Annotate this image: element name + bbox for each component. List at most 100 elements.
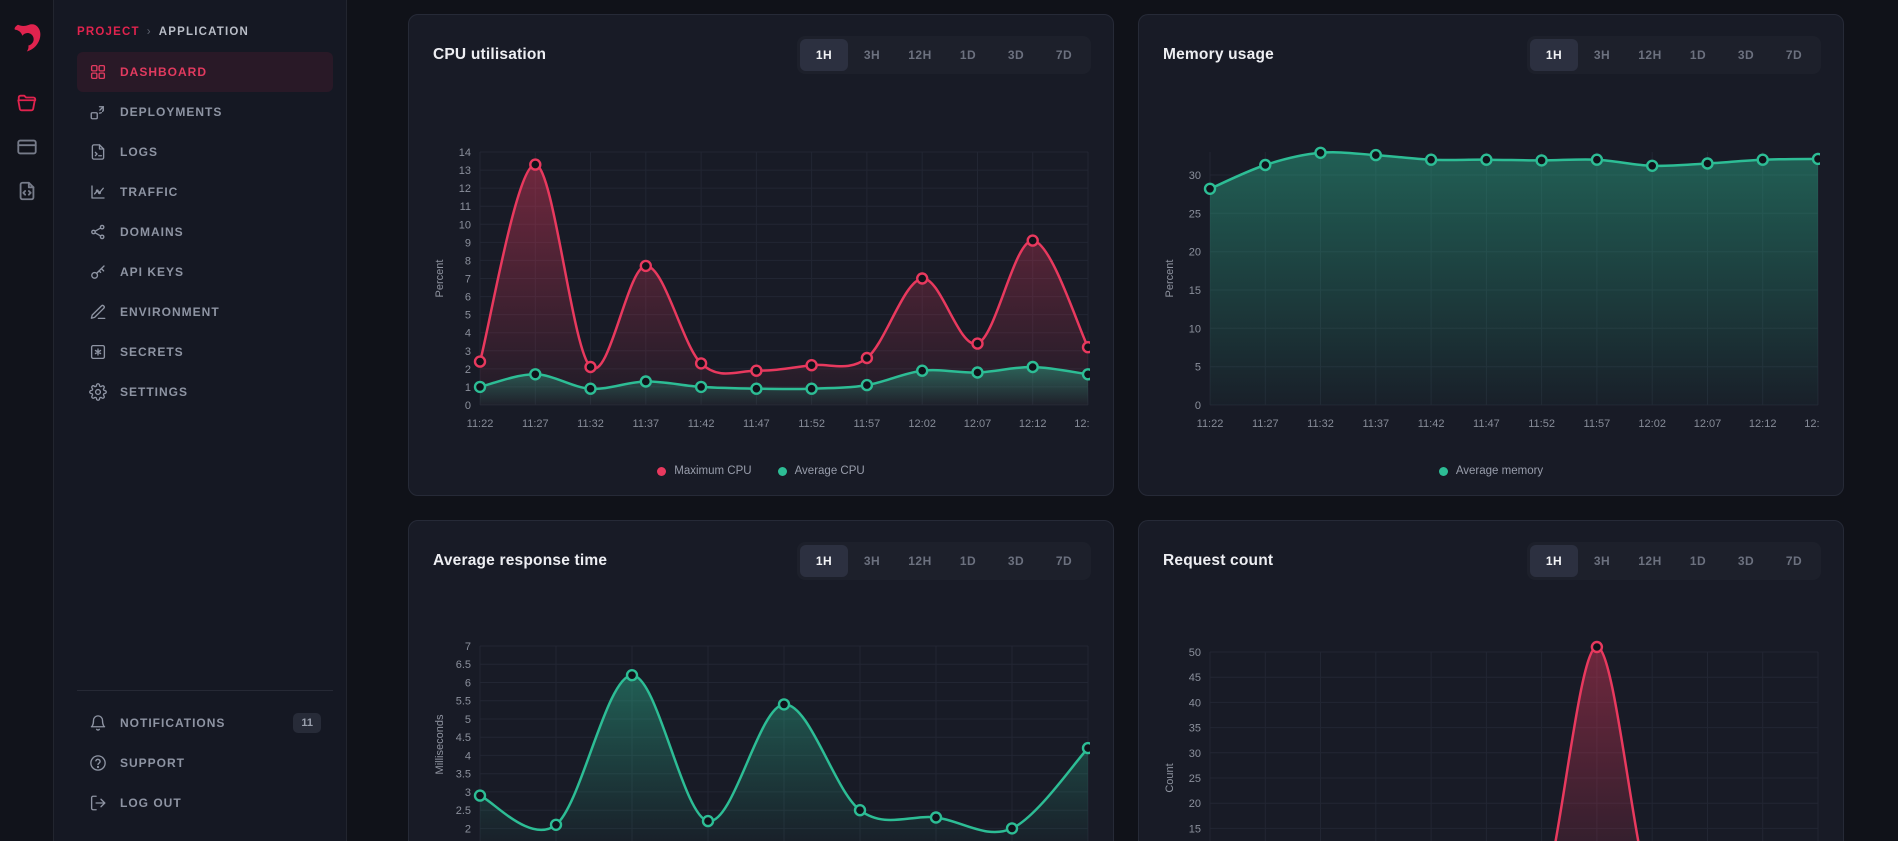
svg-text:35: 35 bbox=[1189, 723, 1201, 735]
range-button-7d[interactable]: 7D bbox=[1770, 39, 1818, 71]
svg-text:0: 0 bbox=[1195, 400, 1201, 412]
legend-item: Maximum CPU bbox=[657, 465, 751, 477]
sidebar-item-api-keys[interactable]: API KEYS bbox=[77, 252, 333, 292]
range-button-3h[interactable]: 3H bbox=[1578, 545, 1626, 577]
svg-text:6: 6 bbox=[465, 292, 471, 304]
svg-text:45: 45 bbox=[1189, 672, 1201, 684]
legend-item: Average memory bbox=[1439, 465, 1543, 477]
sidebar-nav: DASHBOARDDEPLOYMENTSLOGSTRAFFIC DOMAINS AP… bbox=[77, 52, 333, 412]
svg-text:11:42: 11:42 bbox=[688, 418, 715, 430]
range-button-1d[interactable]: 1D bbox=[1674, 39, 1722, 71]
svg-text:12:07: 12:07 bbox=[1694, 418, 1722, 430]
nest-logo[interactable] bbox=[9, 20, 45, 56]
sidebar-item-dashboard[interactable]: DASHBOARD bbox=[77, 52, 333, 92]
sidebar-item-secrets[interactable]: SECRETS bbox=[77, 332, 333, 372]
time-range-group: 1H3H12H1D3D7D bbox=[797, 542, 1091, 580]
card-icon[interactable] bbox=[16, 136, 38, 158]
folder-icon[interactable] bbox=[16, 92, 38, 114]
sidebar-item-log-out[interactable]: LOG OUT bbox=[77, 783, 333, 823]
svg-text:11:47: 11:47 bbox=[743, 418, 770, 430]
svg-text:30: 30 bbox=[1189, 170, 1201, 182]
svg-text:1: 1 bbox=[465, 382, 471, 394]
sidebar-item-traffic[interactable]: TRAFFIC bbox=[77, 172, 333, 212]
sidebar-item-support[interactable]: SUPPORT bbox=[77, 743, 333, 783]
svg-text:Count: Count bbox=[1164, 763, 1176, 792]
pencil-icon bbox=[89, 303, 107, 321]
svg-text:8: 8 bbox=[465, 255, 471, 267]
svg-text:6.5: 6.5 bbox=[456, 659, 471, 671]
range-button-7d[interactable]: 7D bbox=[1040, 39, 1088, 71]
range-button-3h[interactable]: 3H bbox=[1578, 39, 1626, 71]
sidebar-item-logs[interactable]: LOGS bbox=[77, 132, 333, 172]
range-button-1h[interactable]: 1H bbox=[1530, 39, 1578, 71]
range-button-3h[interactable]: 3H bbox=[848, 545, 896, 577]
memory-chart-canvas: 051015202530Percent11:2211:2711:3211:371… bbox=[1162, 132, 1820, 452]
svg-text:12:17: 12:17 bbox=[1804, 418, 1820, 430]
range-button-12h[interactable]: 12H bbox=[896, 545, 944, 577]
svg-text:2: 2 bbox=[465, 823, 471, 835]
legend-item: Average CPU bbox=[778, 465, 865, 477]
svg-text:5: 5 bbox=[1195, 362, 1201, 374]
svg-text:11:42: 11:42 bbox=[1418, 418, 1445, 430]
svg-text:12:12: 12:12 bbox=[1019, 418, 1047, 430]
dashboard-grid: CPU utilisation 1H3H12H1D3D7D 0123456789… bbox=[347, 0, 1898, 841]
svg-text:30: 30 bbox=[1189, 748, 1201, 760]
svg-text:7: 7 bbox=[465, 274, 471, 286]
sidebar-item-environment[interactable]: ENVIRONMENT bbox=[77, 292, 333, 332]
svg-text:3: 3 bbox=[465, 787, 471, 799]
range-button-3d[interactable]: 3D bbox=[1722, 545, 1770, 577]
range-button-3h[interactable]: 3H bbox=[848, 39, 896, 71]
time-range-group: 1H3H12H1D3D7D bbox=[1527, 36, 1821, 74]
legend-label: Maximum CPU bbox=[674, 465, 751, 477]
sidebar-item-deployments[interactable]: DEPLOYMENTS bbox=[77, 92, 333, 132]
svg-text:11:32: 11:32 bbox=[1307, 418, 1334, 430]
svg-text:10: 10 bbox=[1189, 323, 1201, 335]
range-button-3d[interactable]: 3D bbox=[992, 39, 1040, 71]
logs-icon bbox=[89, 143, 107, 161]
breadcrumb-project[interactable]: PROJECT bbox=[77, 26, 140, 38]
legend-label: Average memory bbox=[1456, 465, 1543, 477]
range-button-3d[interactable]: 3D bbox=[992, 545, 1040, 577]
range-button-12h[interactable]: 12H bbox=[1626, 39, 1674, 71]
range-button-1d[interactable]: 1D bbox=[944, 545, 992, 577]
breadcrumb-separator: › bbox=[147, 26, 152, 38]
card-request-count: Request count 1H3H12H1D3D7D 051015202530… bbox=[1138, 520, 1844, 841]
range-button-1d[interactable]: 1D bbox=[1674, 545, 1722, 577]
range-button-1d[interactable]: 1D bbox=[944, 39, 992, 71]
range-button-1h[interactable]: 1H bbox=[800, 39, 848, 71]
range-button-7d[interactable]: 7D bbox=[1040, 545, 1088, 577]
gear-icon bbox=[89, 383, 107, 401]
svg-text:11:37: 11:37 bbox=[1362, 418, 1389, 430]
chart-legend: Average memory bbox=[1162, 465, 1820, 477]
range-button-12h[interactable]: 12H bbox=[896, 39, 944, 71]
svg-text:11:57: 11:57 bbox=[1584, 418, 1611, 430]
range-button-3d[interactable]: 3D bbox=[1722, 39, 1770, 71]
range-button-12h[interactable]: 12H bbox=[1626, 545, 1674, 577]
sidebar-item-settings[interactable]: SETTINGS bbox=[77, 372, 333, 412]
svg-text:3: 3 bbox=[465, 346, 471, 358]
svg-text:11: 11 bbox=[460, 201, 471, 213]
sidebar-item-label: DOMAINS bbox=[120, 225, 184, 239]
svg-text:10: 10 bbox=[459, 219, 471, 231]
svg-text:11:52: 11:52 bbox=[798, 418, 825, 430]
sidebar-item-notifications[interactable]: NOTIFICATIONS11 bbox=[77, 703, 333, 743]
svg-text:4: 4 bbox=[465, 328, 471, 340]
chart-title: Request count bbox=[1163, 552, 1273, 570]
range-button-1h[interactable]: 1H bbox=[1530, 545, 1578, 577]
sidebar-item-label: API KEYS bbox=[120, 265, 184, 279]
sidebar-spacer bbox=[77, 412, 333, 690]
svg-text:11:27: 11:27 bbox=[522, 418, 549, 430]
range-button-7d[interactable]: 7D bbox=[1770, 545, 1818, 577]
sidebar: PROJECT › APPLICATION DASHBOARDDEPLOYMEN… bbox=[54, 0, 347, 841]
chart-title: Average response time bbox=[433, 552, 607, 570]
svg-text:20: 20 bbox=[1189, 798, 1201, 810]
breadcrumb-application[interactable]: APPLICATION bbox=[159, 26, 249, 38]
file-code-icon[interactable] bbox=[16, 180, 38, 202]
sidebar-item-domains[interactable]: DOMAINS bbox=[77, 212, 333, 252]
card-average-response-time: Average response time 1H3H12H1D3D7D 22.5… bbox=[408, 520, 1114, 841]
range-button-1h[interactable]: 1H bbox=[800, 545, 848, 577]
sidebar-item-label: NOTIFICATIONS bbox=[120, 716, 225, 730]
svg-text:14: 14 bbox=[459, 147, 471, 159]
svg-text:0: 0 bbox=[465, 400, 471, 412]
sidebar-item-label: SUPPORT bbox=[120, 756, 185, 770]
